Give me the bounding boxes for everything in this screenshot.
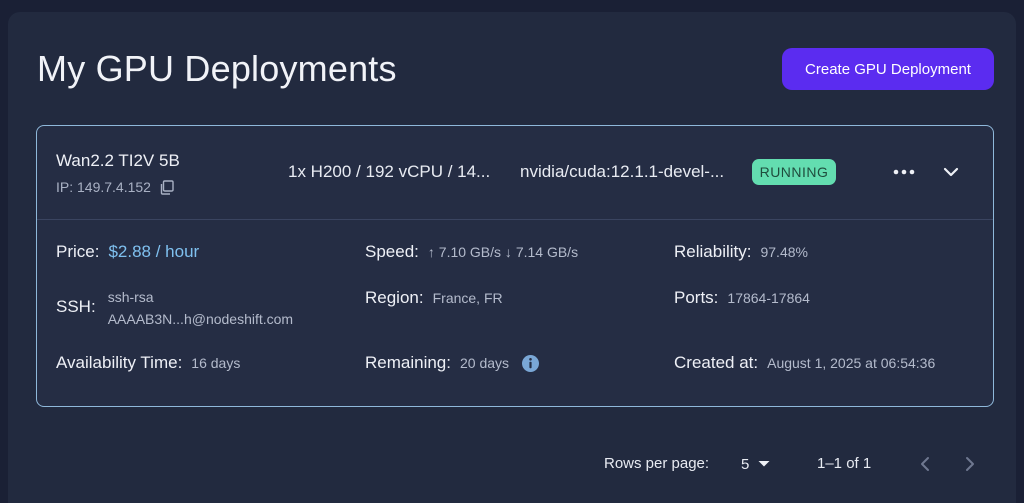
reliability-detail: Reliability: 97.48% [674,242,808,262]
speed-value: ↑ 7.10 GB/s ↓ 7.14 GB/s [427,244,579,260]
chevron-left-icon [921,457,929,471]
deployment-specs: 1x H200 / 192 vCPU / 14... [288,162,491,181]
rows-per-page-value: 5 [741,455,750,473]
region-value: France, FR [432,290,503,306]
remaining-detail: Remaining: 20 days [365,353,540,373]
card-divider [37,219,993,220]
page-title: My GPU Deployments [37,48,397,89]
availability-value: 16 days [191,355,241,371]
rows-per-page-select[interactable]: 5 [741,452,771,476]
created-value: August 1, 2025 at 06:54:36 [767,355,936,371]
more-options-button[interactable] [889,162,919,182]
copy-icon[interactable] [159,179,174,195]
availability-label: Availability Time: [56,353,183,372]
previous-page-button[interactable] [913,452,937,476]
ports-label: Ports: [674,288,719,307]
caret-down-icon [758,461,770,467]
deployment-name: Wan2.2 TI2V 5B [56,151,180,170]
remaining-value: 20 days [460,355,510,371]
reliability-label: Reliability: [674,242,752,261]
ssh-key-line-2: AAAAB3N...h@nodeshift.com [107,311,294,327]
region-label: Region: [365,288,424,307]
created-detail: Created at: August 1, 2025 at 06:54:36 [674,353,935,373]
create-gpu-deployment-button[interactable]: Create GPU Deployment [782,48,994,90]
expand-button[interactable] [939,160,963,184]
deployment-ip-row: IP: 149.7.4.152 [56,179,174,195]
info-icon[interactable] [521,354,540,373]
more-horizontal-icon [893,169,915,175]
rows-per-page-label: Rows per page: [604,455,710,472]
reliability-value: 97.48% [760,244,808,260]
next-page-button[interactable] [958,452,982,476]
price-detail: Price: $2.88 / hour [56,242,199,262]
chevron-down-icon [943,167,959,177]
deployment-ip: IP: 149.7.4.152 [56,179,151,195]
ssh-label: SSH: [56,297,96,316]
region-detail: Region: France, FR [365,288,503,308]
created-label: Created at: [674,353,759,372]
status-badge: RUNNING [752,159,836,185]
ssh-key[interactable]: ssh-rsa AAAAB3N...h@nodeshift.com [108,286,293,330]
pagination-range: 1–1 of 1 [817,455,872,472]
ports-detail: Ports: 17864-17864 [674,288,810,308]
speed-label: Speed: [365,242,419,261]
ssh-key-line-1: ssh-rsa [107,289,154,305]
deployment-card-header[interactable]: Wan2.2 TI2V 5B IP: 149.7.4.152 1x H200 /… [37,126,993,220]
chevron-right-icon [966,457,974,471]
availability-detail: Availability Time: 16 days [56,353,240,373]
speed-detail: Speed: ↑ 7.10 GB/s ↓ 7.14 GB/s [365,242,578,262]
price-label: Price: [56,242,100,261]
ports-value: 17864-17864 [727,290,810,306]
deployment-card: Wan2.2 TI2V 5B IP: 149.7.4.152 1x H200 /… [36,125,994,407]
deployment-image: nvidia/cuda:12.1.1-devel-... [520,162,725,181]
ssh-detail: SSH: ssh-rsa AAAAB3N...h@nodeshift.com [56,286,293,330]
remaining-label: Remaining: [365,353,451,372]
price-value: $2.88 / hour [108,242,200,261]
